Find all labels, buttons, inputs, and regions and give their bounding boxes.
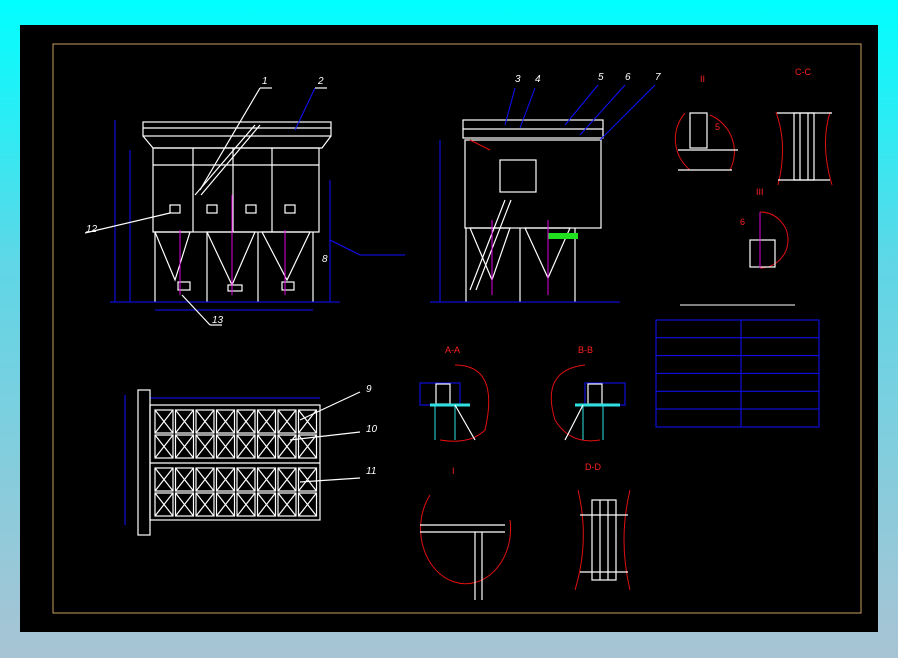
- balloon-6: 6: [625, 72, 631, 83]
- filter-cell-cross: [154, 409, 174, 434]
- filter-cell-cross: [216, 409, 235, 434]
- drawing-border: [52, 43, 862, 614]
- weld-5-ii: 5: [715, 122, 720, 132]
- section-aa: A-A: [419, 345, 490, 442]
- weld-6: 6: [740, 217, 745, 227]
- detail-iii: III 6: [740, 187, 789, 269]
- balloon-5: 5: [598, 72, 604, 83]
- balloon-8: 8: [322, 254, 328, 265]
- filter-cell-cross: [154, 467, 174, 492]
- filter-cell-cross: [175, 409, 194, 434]
- filter-cell-cross: [175, 434, 194, 459]
- detail-i: I: [420, 466, 512, 600]
- cad-drawing: 1 2 12 13 8 3 4 5 6 7 9 10 11 II 5 C-C I…: [52, 43, 862, 614]
- detail-ii-label: II: [700, 74, 705, 84]
- filter-cell-cross: [298, 467, 317, 492]
- filter-cell-cross: [216, 492, 235, 517]
- filter-cell-cross: [195, 467, 215, 492]
- section-dd-label: D-D: [585, 462, 601, 472]
- filter-cell-cross: [236, 492, 256, 517]
- filter-cell-cross: [195, 409, 215, 434]
- filter-cell-cross: [154, 492, 174, 517]
- parameter-table: [655, 304, 820, 428]
- balloon-13: 13: [212, 315, 224, 326]
- filter-cell-cross: [277, 492, 297, 517]
- filter-cell-cross: [298, 492, 317, 517]
- filter-cell-cross: [195, 492, 215, 517]
- section-cc: C-C: [775, 67, 833, 186]
- front-elevation: 1 2 12 13 8: [84, 76, 405, 326]
- filter-cell-cross: [277, 434, 297, 459]
- highlight-beam: [548, 233, 578, 239]
- section-dd: D-D: [574, 462, 631, 591]
- filter-cell-cross: [216, 467, 235, 492]
- balloon-10: 10: [366, 424, 378, 435]
- filter-cell-cross: [236, 467, 256, 492]
- filter-cell-cross: [175, 492, 194, 517]
- filter-cell-cross: [236, 434, 256, 459]
- balloon-2: 2: [317, 76, 324, 87]
- filter-cell-cross: [154, 434, 174, 459]
- filter-cell-cross: [236, 409, 256, 434]
- filter-cell-cross: [175, 467, 194, 492]
- balloon-3: 3: [515, 74, 521, 85]
- filter-cell-cross: [277, 467, 297, 492]
- section-aa-label: A-A: [445, 345, 460, 355]
- cad-drawing-sheet: 1 2 12 13 8 3 4 5 6 7 9 10 11 II 5 C-C I…: [20, 25, 878, 632]
- balloon-7: 7: [655, 72, 661, 83]
- detail-i-label: I: [452, 466, 455, 476]
- filter-cell-cross: [216, 434, 235, 459]
- balloon-11: 11: [366, 466, 376, 477]
- filter-cell-cross: [257, 434, 276, 459]
- balloon-1: 1: [262, 76, 268, 87]
- filter-cell-cross: [257, 467, 276, 492]
- detail-iii-label: III: [756, 187, 764, 197]
- filter-cell-cross: [257, 492, 276, 517]
- filter-cell-cross: [195, 434, 215, 459]
- plan-view: 9 10 11: [124, 384, 378, 536]
- detail-ii: II 5: [674, 74, 738, 171]
- balloon-9: 9: [366, 384, 372, 395]
- filter-cell-cross: [277, 409, 297, 434]
- side-elevation: 3 4 5 6 7: [430, 72, 661, 303]
- filter-cell-cross: [298, 409, 317, 434]
- section-cc-label: C-C: [795, 67, 811, 77]
- section-bb: B-B: [550, 345, 626, 442]
- section-bb-label: B-B: [578, 345, 593, 355]
- balloon-4: 4: [535, 74, 541, 85]
- filter-cell-cross: [257, 409, 276, 434]
- balloon-12: 12: [86, 224, 98, 235]
